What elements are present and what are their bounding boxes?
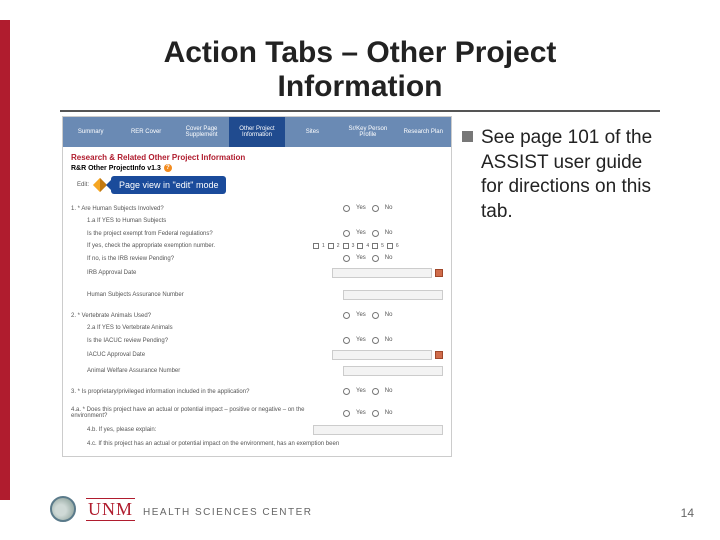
screenshot-panel: Summary RER Cover Cover Page Supplement …: [62, 116, 452, 457]
tab-summary[interactable]: Summary: [63, 117, 118, 147]
q4a: 4.a. * Does this project have an actual …: [71, 404, 443, 422]
radio-no[interactable]: [372, 255, 379, 262]
tab-cover-page-supplement[interactable]: Cover Page Supplement: [174, 117, 229, 147]
q4c: 4.c. If this project has an actual or po…: [71, 438, 443, 450]
date-input[interactable]: [332, 350, 432, 360]
q1-label: 1. * Are Human Subjects Involved?: [71, 206, 343, 212]
q4b: 4.b. If yes, please explain:: [71, 422, 443, 438]
note-panel: See page 101 of the ASSIST user guide fo…: [462, 116, 662, 457]
footer-logo: UNM HEALTH SCIENCES CENTER: [50, 496, 313, 522]
checkbox[interactable]: [387, 243, 393, 249]
q1a1: Is the project exempt from Federal regul…: [71, 227, 443, 240]
radio-no[interactable]: [372, 337, 379, 344]
radio-yes[interactable]: [343, 230, 350, 237]
radio-yes[interactable]: [343, 388, 350, 395]
q2: 2. * Vertebrate Animals Used? YesNo: [71, 309, 443, 322]
q2a1: Is the IACUC review Pending? YesNo: [71, 334, 443, 347]
bullet-text: See page 101 of the ASSIST user guide fo…: [481, 126, 662, 225]
checkbox[interactable]: [343, 243, 349, 249]
tab-srkey-person-profile[interactable]: Sr/Key Person Profile: [340, 117, 395, 147]
radio-yes[interactable]: [343, 337, 350, 344]
form-heading: Research & Related Other Project Informa…: [71, 153, 443, 162]
radio-no[interactable]: [372, 410, 379, 417]
q2a2: IACUC Approval Date: [71, 347, 443, 363]
radio-no[interactable]: [372, 312, 379, 319]
checkbox[interactable]: [357, 243, 363, 249]
radio-no[interactable]: [372, 230, 379, 237]
q1a2: If yes, check the appropriate exemption …: [71, 240, 443, 252]
tab-research-plan[interactable]: Research Plan: [396, 117, 451, 147]
form-subheading: R&R Other ProjectInfo v1.3 ?: [71, 164, 443, 172]
q2a: 2.a If YES to Vertebrate Animals: [71, 322, 443, 334]
bullet-icon: [462, 131, 473, 142]
title-underline: [60, 110, 660, 112]
radio-yes[interactable]: [343, 410, 350, 417]
slide-title: Action Tabs – Other Project Information: [90, 36, 630, 104]
q3: 3. * Is proprietary/privileged informati…: [71, 385, 443, 398]
radio-no[interactable]: [372, 388, 379, 395]
date-input[interactable]: [332, 268, 432, 278]
calendar-icon[interactable]: [435, 269, 443, 277]
help-icon[interactable]: ?: [164, 164, 172, 172]
edit-row: Edit: Page view in "edit" mode: [77, 176, 443, 194]
tab-rer-cover[interactable]: RER Cover: [118, 117, 173, 147]
tab-other-project-information[interactable]: Other Project Information: [229, 117, 284, 147]
q1: 1. * Are Human Subjects Involved? YesNo: [71, 202, 443, 215]
tab-sites[interactable]: Sites: [285, 117, 340, 147]
page-number: 14: [681, 506, 694, 520]
q1a4: IRB Approval Date: [71, 265, 443, 281]
q1a5: Human Subjects Assurance Number: [71, 287, 443, 303]
text-input[interactable]: [343, 290, 443, 300]
text-input[interactable]: [313, 425, 443, 435]
radio-yes[interactable]: [343, 205, 350, 212]
edit-label: Edit:: [77, 182, 89, 188]
checkbox[interactable]: [313, 243, 319, 249]
q1a: 1.a If YES to Human Subjects: [71, 215, 443, 227]
radio-no[interactable]: [372, 205, 379, 212]
q1a3: If no, is the IRB review Pending? YesNo: [71, 252, 443, 265]
accent-bar: [0, 20, 10, 500]
form-version: R&R Other ProjectInfo v1.3: [71, 165, 161, 172]
text-input[interactable]: [343, 366, 443, 376]
seal-icon: [50, 496, 76, 522]
form-screenshot: Summary RER Cover Cover Page Supplement …: [62, 116, 452, 457]
calendar-icon[interactable]: [435, 351, 443, 359]
unm-wordmark: UNM: [86, 498, 135, 521]
callout-box: Page view in "edit" mode: [111, 176, 226, 194]
bullet-item: See page 101 of the ASSIST user guide fo…: [462, 126, 662, 225]
content-columns: Summary RER Cover Cover Page Supplement …: [62, 116, 662, 457]
radio-yes[interactable]: [343, 255, 350, 262]
tab-bar: Summary RER Cover Cover Page Supplement …: [63, 117, 451, 147]
hsc-wordmark: HEALTH SCIENCES CENTER: [143, 507, 313, 518]
checkbox[interactable]: [372, 243, 378, 249]
q2a3: Animal Welfare Assurance Number: [71, 363, 443, 379]
radio-yes[interactable]: [343, 312, 350, 319]
checkbox[interactable]: [328, 243, 334, 249]
